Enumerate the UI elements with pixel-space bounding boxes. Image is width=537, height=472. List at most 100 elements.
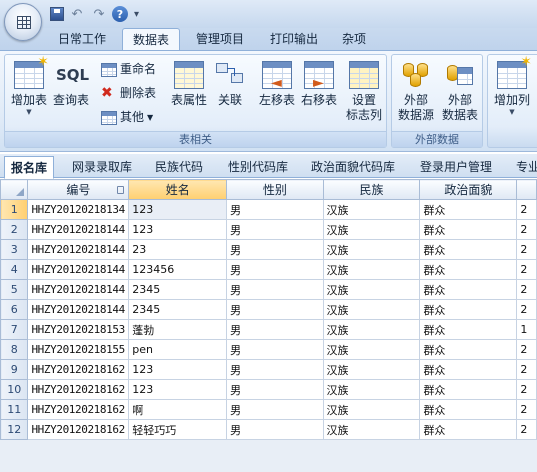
cell-id[interactable]: HHZY20120218162 xyxy=(27,419,130,440)
cell-name[interactable]: 2345 xyxy=(128,279,228,300)
cell-id[interactable]: HHZY20120218144 xyxy=(27,259,130,280)
cell-politics[interactable]: 群众 xyxy=(419,379,518,400)
table-row[interactable]: 10 HHZY20120218162 123 男汉族 群众 2 xyxy=(0,379,537,400)
cell-politics[interactable]: 群众 xyxy=(419,279,518,300)
cell-extra[interactable]: 2 xyxy=(516,199,537,220)
table-row[interactable]: 2 HHZY20120218144 123 男汉族 群众 2 xyxy=(0,219,537,240)
column-header-gender[interactable]: 性别 xyxy=(226,179,324,200)
cell-name[interactable]: 蓬勃 xyxy=(128,319,228,340)
help-icon[interactable]: ? xyxy=(112,6,128,22)
cell-name[interactable]: 轻轻巧巧 xyxy=(128,419,228,440)
cell-name[interactable]: 123 xyxy=(128,199,228,220)
cell-name[interactable]: 123 xyxy=(128,359,228,380)
cell-sex[interactable]: 男 xyxy=(226,199,324,220)
cell-nation[interactable]: 汉族 xyxy=(322,339,421,360)
cell-name[interactable]: 123 xyxy=(128,219,228,240)
table-row[interactable]: 3 HHZY20120218144 23 男汉族 群众 2 xyxy=(0,239,537,260)
cell-id[interactable]: HHZY20120218162 xyxy=(27,399,130,420)
application-menu-button[interactable] xyxy=(4,3,42,41)
cell-sex[interactable]: 男 xyxy=(226,399,324,420)
cell-extra[interactable]: 2 xyxy=(516,379,537,400)
cell-id[interactable]: HHZY20120218144 xyxy=(27,279,130,300)
cell-nation[interactable]: 汉族 xyxy=(322,219,421,240)
external-data-table-button[interactable]: 外部 数据表 xyxy=(438,57,482,129)
cell-name[interactable]: 23 xyxy=(128,239,228,260)
subtab-online-admission[interactable]: 网录录取库 xyxy=(72,156,132,178)
cell-extra[interactable]: 2 xyxy=(516,219,537,240)
move-table-left-button[interactable]: ◄ 左移表 xyxy=(255,57,299,129)
cell-id[interactable]: HHZY20120218162 xyxy=(27,359,130,380)
cell-id[interactable]: HHZY20120218144 xyxy=(27,239,130,260)
cell-name[interactable]: 123456 xyxy=(128,259,228,280)
row-header[interactable]: 7 xyxy=(0,319,29,340)
cell-extra[interactable]: 2 xyxy=(516,259,537,280)
table-row[interactable]: 4 HHZY20120218144 123456 男汉族 群众 2 xyxy=(0,259,537,280)
cell-extra[interactable]: 2 xyxy=(516,299,537,320)
tab-manage-project[interactable]: 管理项目 xyxy=(188,28,252,50)
add-table-button[interactable]: 增加表 ▼ xyxy=(7,54,51,129)
cell-politics[interactable]: 群众 xyxy=(419,199,518,220)
tab-misc[interactable]: 杂项 xyxy=(336,28,372,50)
table-row[interactable]: 5 HHZY20120218144 2345 男汉族 群众 2 xyxy=(0,279,537,300)
table-row[interactable]: 9 HHZY20120218162 123 男汉族 群众 2 xyxy=(0,359,537,380)
subtab-nation-code[interactable]: 民族代码 xyxy=(155,156,203,178)
subtab-major[interactable]: 专业 xyxy=(516,156,537,178)
cell-nation[interactable]: 汉族 xyxy=(322,359,421,380)
column-header-nation[interactable]: 民族 xyxy=(322,179,421,200)
table-row[interactable]: 6 HHZY20120218144 2345 男汉族 群众 2 xyxy=(0,299,537,320)
cell-nation[interactable]: 汉族 xyxy=(322,419,421,440)
cell-id[interactable]: HHZY20120218155 xyxy=(27,339,130,360)
cell-sex[interactable]: 男 xyxy=(226,319,324,340)
cell-id[interactable]: HHZY20120218162 xyxy=(27,379,130,400)
cell-politics[interactable]: 群众 xyxy=(419,359,518,380)
table-row[interactable]: 8 HHZY20120218155 pen 男汉族 群众 2 xyxy=(0,339,537,360)
column-header-politics[interactable]: 政治面貌 xyxy=(419,179,518,200)
cell-extra[interactable]: 1 xyxy=(516,319,537,340)
cell-name[interactable]: 2345 xyxy=(128,299,228,320)
row-header[interactable]: 12 xyxy=(0,419,29,440)
cell-nation[interactable]: 汉族 xyxy=(322,259,421,280)
tab-print-output[interactable]: 打印输出 xyxy=(262,28,326,50)
row-header[interactable]: 5 xyxy=(0,279,29,300)
cell-extra[interactable]: 2 xyxy=(516,339,537,360)
cell-sex[interactable]: 男 xyxy=(226,239,324,260)
save-icon[interactable] xyxy=(50,7,64,21)
column-header-more[interactable] xyxy=(516,179,537,200)
cell-extra[interactable]: 2 xyxy=(516,239,537,260)
subtab-user-management[interactable]: 登录用户管理 xyxy=(420,156,492,178)
other-button[interactable]: 其他 ▼ xyxy=(101,107,153,128)
undo-icon[interactable]: ↶ xyxy=(68,5,86,23)
cell-politics[interactable]: 群众 xyxy=(419,239,518,260)
row-header[interactable]: 3 xyxy=(0,239,29,260)
subtab-gender-code[interactable]: 性别代码库 xyxy=(228,156,288,178)
delete-table-button[interactable]: ✖ 删除表 xyxy=(101,83,156,104)
rename-button[interactable]: 重命名 xyxy=(101,59,156,80)
subtab-political-code[interactable]: 政治面貌代码库 xyxy=(311,156,395,178)
row-header[interactable]: 1 xyxy=(0,199,29,220)
cell-nation[interactable]: 汉族 xyxy=(322,199,421,220)
customize-toolbar-chevron-icon[interactable]: ▾ xyxy=(134,9,139,20)
cell-extra[interactable]: 2 xyxy=(516,359,537,380)
row-header[interactable]: 4 xyxy=(0,259,29,280)
select-all-corner[interactable] xyxy=(0,179,29,200)
table-row[interactable]: 11 HHZY20120218162 啊男汉族 群众 2 xyxy=(0,399,537,420)
cell-nation[interactable]: 汉族 xyxy=(322,379,421,400)
cell-politics[interactable]: 群众 xyxy=(419,419,518,440)
row-header[interactable]: 6 xyxy=(0,299,29,320)
cell-sex[interactable]: 男 xyxy=(226,419,324,440)
cell-sex[interactable]: 男 xyxy=(226,359,324,380)
table-row[interactable]: 12 HHZY20120218162 轻轻巧巧男汉族 群众 2 xyxy=(0,419,537,440)
cell-politics[interactable]: 群众 xyxy=(419,299,518,320)
add-column-button[interactable]: 增加列 ▼ xyxy=(490,54,534,129)
column-header-id[interactable]: 编号 xyxy=(27,179,130,200)
cell-sex[interactable]: 男 xyxy=(226,259,324,280)
cell-name[interactable]: 123 xyxy=(128,379,228,400)
tab-data-table[interactable]: 数据表 xyxy=(122,28,180,51)
cell-sex[interactable]: 男 xyxy=(226,219,324,240)
cell-nation[interactable]: 汉族 xyxy=(322,399,421,420)
column-header-name[interactable]: 姓名 xyxy=(128,179,228,200)
row-header[interactable]: 11 xyxy=(0,399,29,420)
external-data-source-button[interactable]: 外部 数据源 xyxy=(394,57,438,129)
cell-politics[interactable]: 群众 xyxy=(419,399,518,420)
cell-id[interactable]: HHZY20120218144 xyxy=(27,299,130,320)
